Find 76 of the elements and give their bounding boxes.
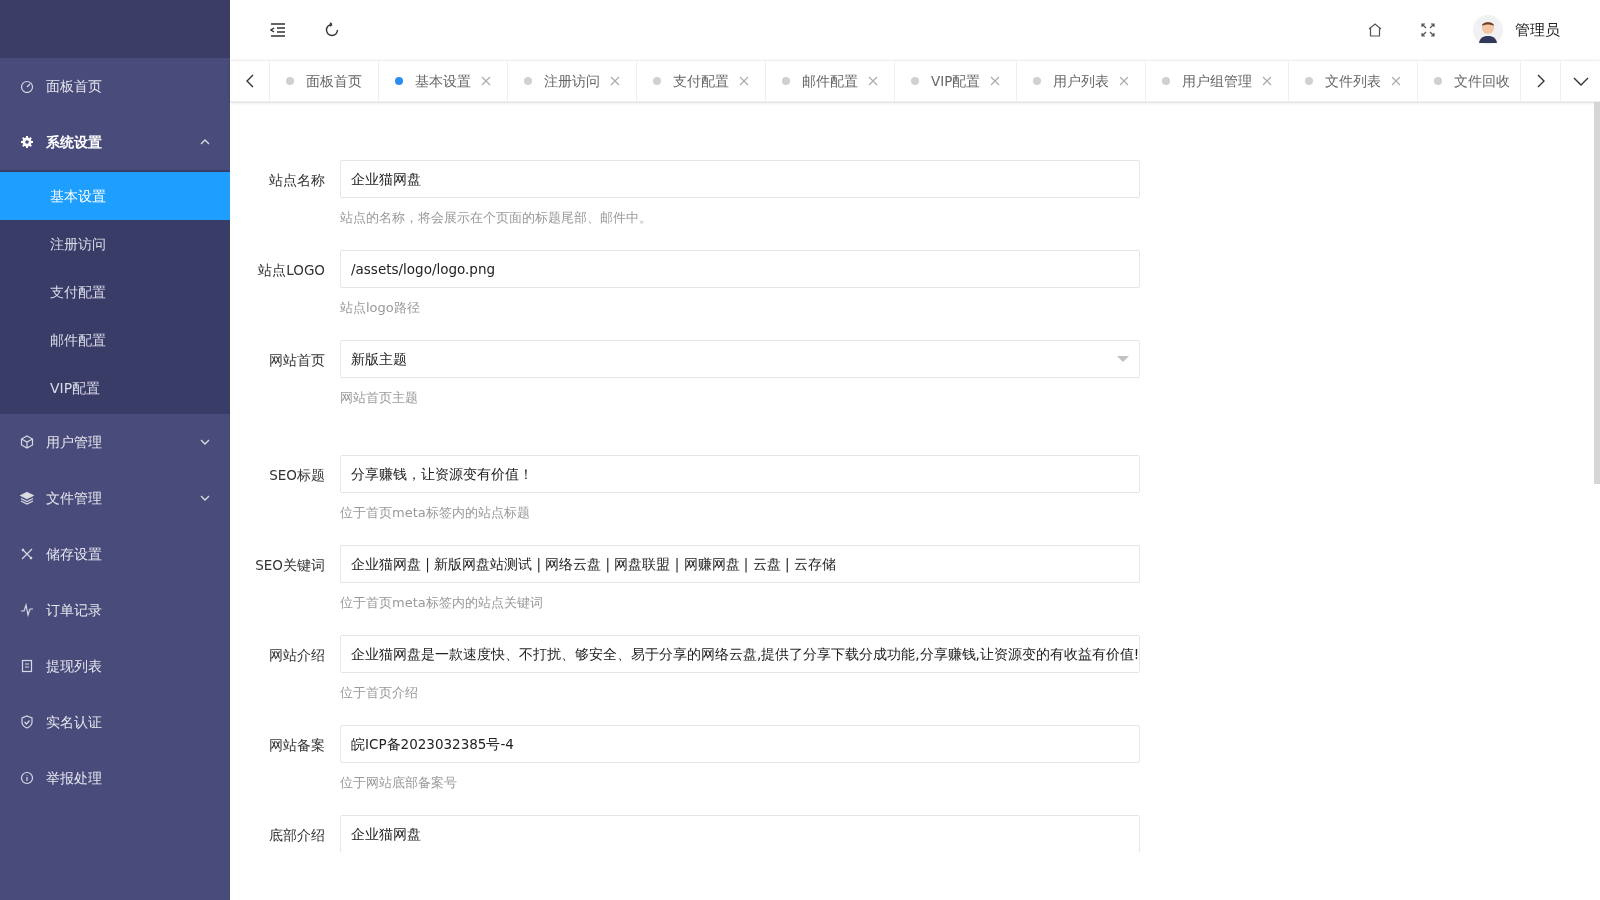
close-icon[interactable] [990,76,1001,86]
info-icon [20,771,34,785]
submenu-item[interactable]: VIP配置 [0,364,230,412]
sidebar-item[interactable]: 文件管理 [0,470,230,526]
dropdown-arrow-icon [1117,356,1129,362]
field-label: 底部介绍 [268,826,326,845]
close-icon[interactable] [481,76,491,86]
help-text: 站点logo路径 [340,299,421,317]
chevron-icon [200,495,210,501]
input-field[interactable]: 企业猫网盘是一款速度快、不打扰、够安全、易于分享的网络云盘,提供了分享下载分成功能,分享赚钱,让资源变的有收益有价值! [340,635,1140,673]
sidebar-item[interactable]: 举报处理 [0,750,230,806]
help-text: 位于首页meta标签内的站点关键词 [340,594,544,612]
tab[interactable]: 注册访问 [508,61,637,101]
fullscreen-icon[interactable] [1421,23,1435,37]
pulse-icon [20,603,34,617]
field-label: 站点LOGO [257,261,326,280]
sidebar-item[interactable]: 用户管理 [0,414,230,470]
tools-icon [20,547,34,561]
field-label: SEO关键词 [254,556,326,575]
submenu-item[interactable]: 邮件配置 [0,316,230,364]
select-field[interactable]: 新版主题 [340,340,1140,378]
sidebar-item[interactable]: 订单记录 [0,582,230,638]
chevron-right-icon [1536,74,1545,88]
chevron-down-icon [1572,76,1589,86]
chevron-icon [200,439,210,445]
input-field[interactable]: /assets/logo/logo.png [340,250,1140,288]
input-field[interactable]: 皖ICP备2023032385号-4 [340,725,1140,763]
sidebar-item[interactable]: 储存设置 [0,526,230,582]
input-field[interactable]: 企业猫网盘 [340,815,1140,852]
submenu-item[interactable]: 支付配置 [0,268,230,316]
help-text: 站点的名称，将会展示在个页面的标题尾部、邮件中。 [340,209,653,227]
tab[interactable]: 用户组管理 [1146,61,1290,101]
tab[interactable]: 文件回收 [1418,61,1520,101]
input-field[interactable]: 企业猫网盘 | 新版网盘站测试 | 网络云盘 | 网盘联盟 | 网赚网盘 | 云盘 | 云存储 [340,545,1140,583]
tab[interactable]: VIP配置 [895,61,1018,101]
clipboard-icon [20,659,34,673]
sidebar-item[interactable]: 实名认证 [0,694,230,750]
close-icon[interactable] [739,76,749,86]
cube-icon [20,435,34,449]
menu-fold-icon[interactable] [270,23,286,37]
tab[interactable]: 支付配置 [637,61,766,101]
input-field[interactable]: 分享赚钱，让资源变有价值！ [340,455,1140,493]
sidebar-item[interactable]: 系统设置 [0,114,230,170]
tab[interactable]: 邮件配置 [766,61,895,101]
shield-icon [20,715,34,729]
close-icon[interactable] [1262,76,1273,86]
scrollbar[interactable] [1594,102,1600,484]
field-label: 网站备案 [268,736,326,755]
tab[interactable]: 基本设置 [379,61,508,101]
field-label: SEO标题 [268,466,326,485]
help-text: 位于首页介绍 [340,684,419,702]
close-icon[interactable] [1391,76,1402,86]
chevron-left-icon [245,74,254,88]
sidebar-item[interactable]: 提现列表 [0,638,230,694]
gear-icon [20,135,34,149]
home-icon[interactable] [1367,22,1383,38]
tab[interactable]: 用户列表 [1017,61,1147,101]
refresh-icon[interactable] [324,22,340,38]
user-name[interactable]: 管理员 [1515,18,1560,42]
close-icon[interactable] [868,76,878,86]
layers-icon [20,491,34,505]
sidebar-item[interactable]: 面板首页 [0,58,230,114]
submenu-item[interactable]: 注册访问 [0,220,230,268]
tab[interactable]: 文件列表 [1289,61,1419,101]
input-field[interactable]: 企业猫网盘 [340,160,1140,198]
close-icon[interactable] [1119,76,1130,86]
help-text: 位于网站底部备案号 [340,774,458,792]
field-label: 网站首页 [268,351,326,370]
help-text: 网站首页主题 [340,389,419,407]
gauge-icon [20,79,34,93]
field-label: 站点名称 [268,171,326,190]
close-icon[interactable] [610,76,620,86]
help-text: 位于首页meta标签内的站点标题 [340,504,531,522]
field-label: 网站介绍 [268,646,326,665]
avatar-icon[interactable] [1473,15,1503,45]
chevron-icon [200,139,210,145]
